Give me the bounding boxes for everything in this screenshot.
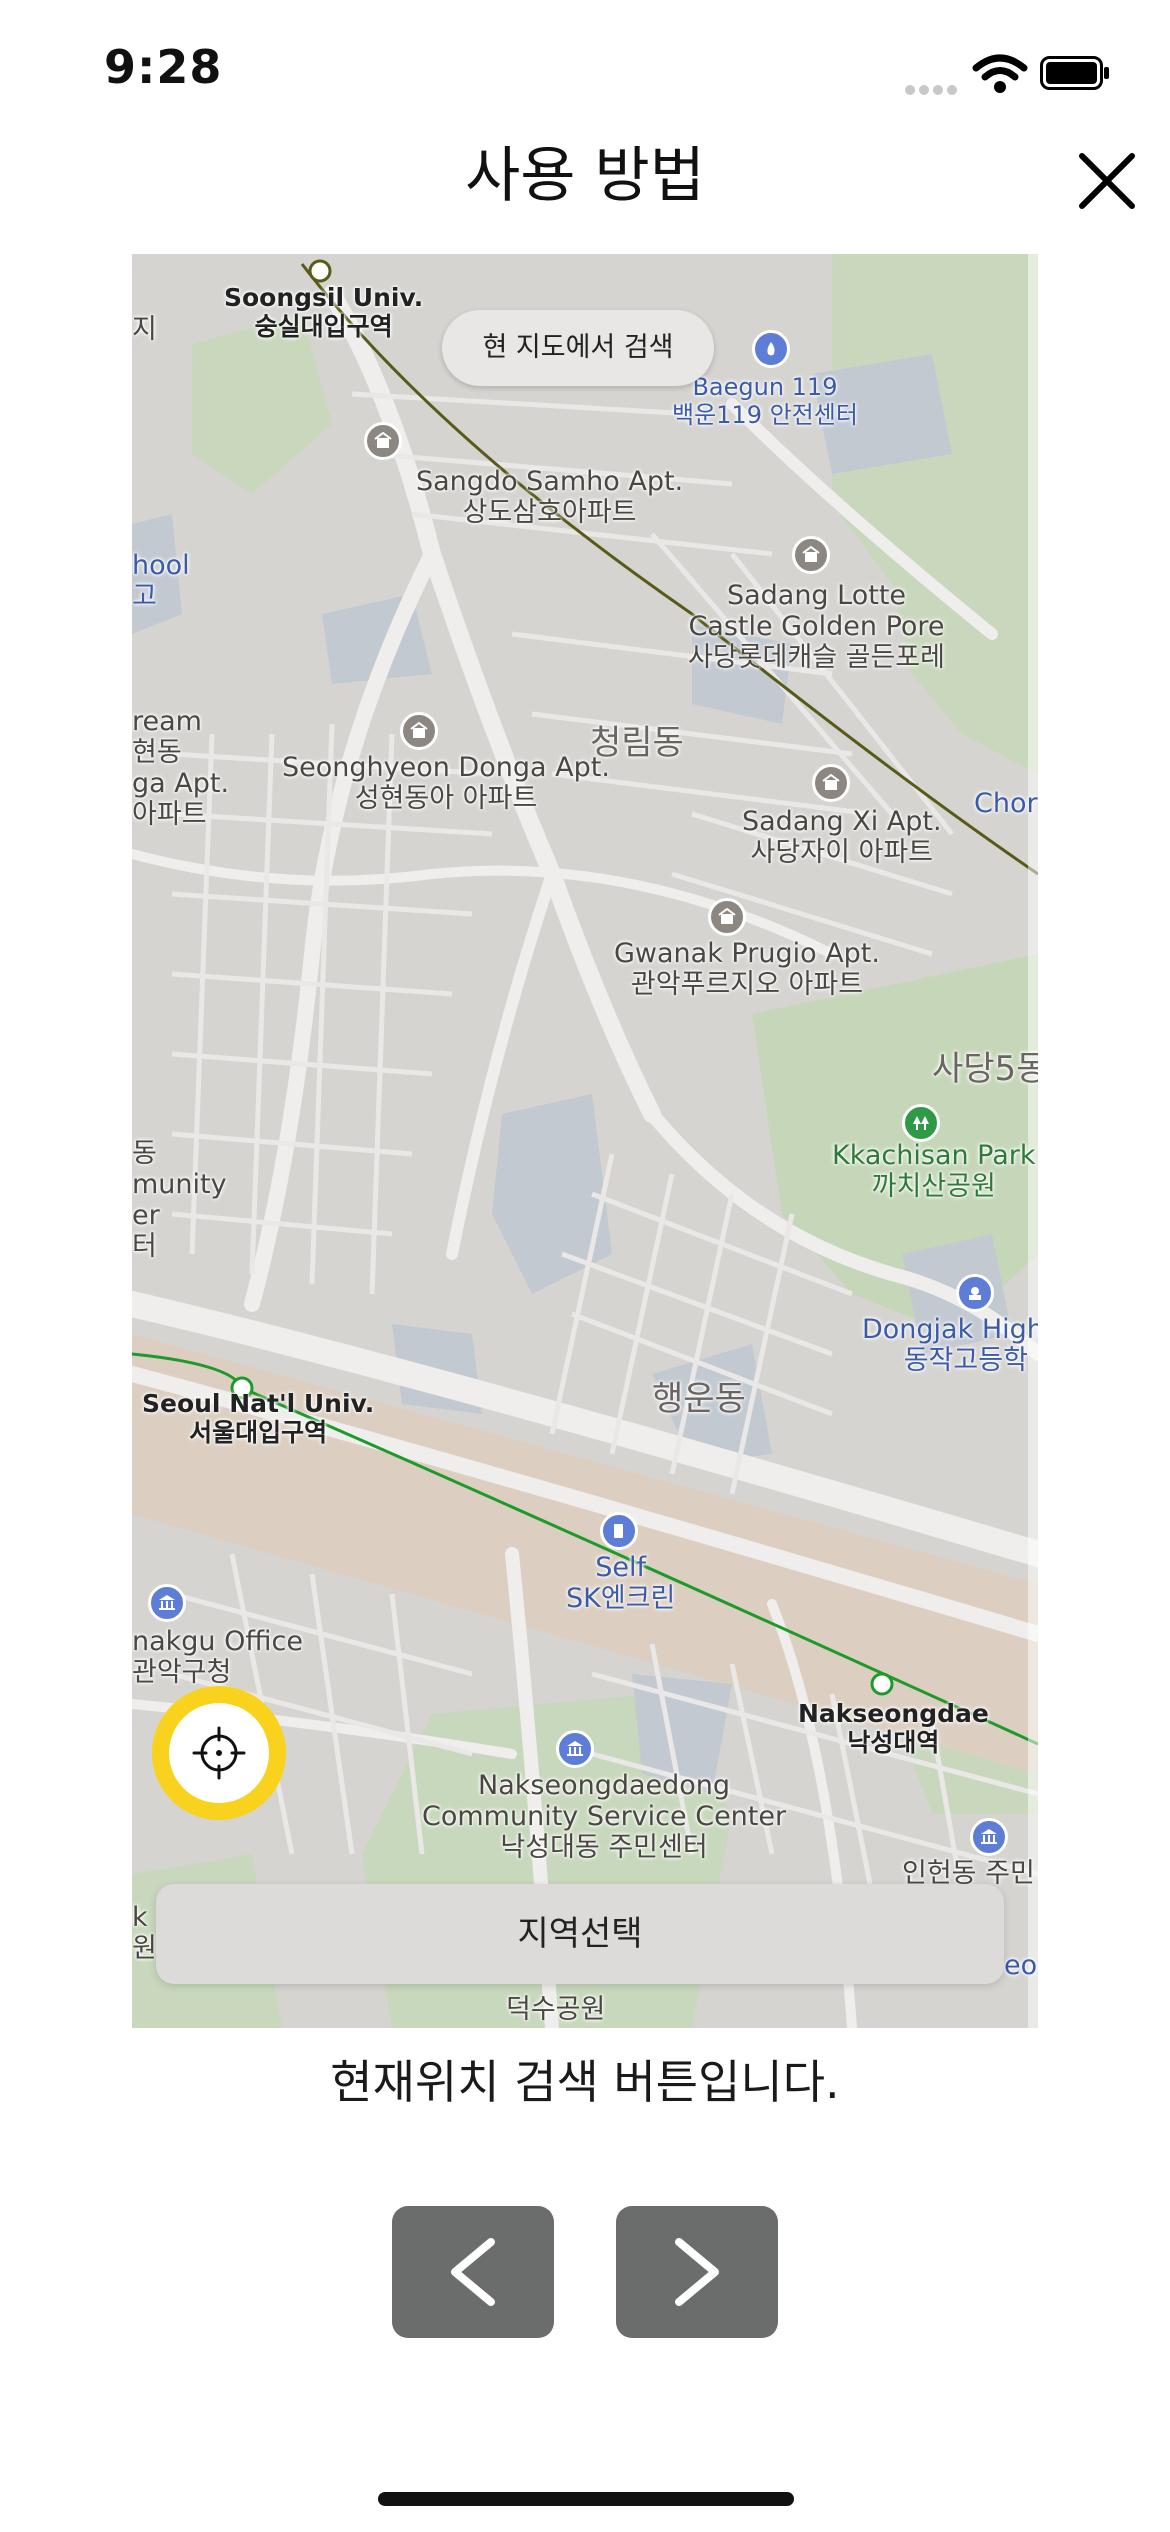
map-label-kkachisan-park: Kkachisan Park 까치산공원 — [832, 1140, 1036, 1203]
map-label-nakseongdae-dong-center: Nakseongdaedong Community Service Center… — [422, 1770, 787, 1864]
close-button[interactable] — [1068, 142, 1146, 220]
map-label-sadang-lotte-castle: Sadang Lotte Castle Golden Pore 사당롯데캐슬 골… — [688, 580, 945, 674]
region-select-button[interactable]: 지역선택 — [156, 1884, 1004, 1984]
map-label-gwanak-prugio: Gwanak Prugio Apt. 관악푸르지오 아파트 — [614, 938, 880, 1001]
apartment-marker-icon[interactable] — [364, 422, 402, 460]
status-bar: 9:28 — [0, 0, 1170, 140]
map-label-haengun-dong: 행운동 — [652, 1379, 746, 1419]
map-label-sangdo-samho: Sangdo Samho Apt. 상도삼호아파트 — [416, 466, 684, 529]
government-office-marker-icon[interactable] — [148, 1584, 186, 1622]
park-marker-icon[interactable] — [902, 1104, 940, 1142]
search-this-area-button[interactable]: 현 지도에서 검색 — [442, 310, 714, 386]
previous-button[interactable] — [392, 2206, 554, 2338]
chevron-left-icon — [451, 2238, 495, 2306]
map-label-partial-right: eo — [1004, 1950, 1038, 1981]
fire-station-marker-icon[interactable] — [752, 330, 790, 368]
map-label-sadang-xi: Sadang Xi Apt. 사당자이 아파트 — [742, 806, 942, 869]
page-title: 사용 방법 — [465, 141, 705, 211]
apartment-marker-icon[interactable] — [708, 898, 746, 936]
map-view[interactable]: Soongsil Univ. 숭실대입구역 Baegun 119 백운119 안… — [132, 254, 1038, 2028]
map-label-gwanak-gu-office: nakgu Office 관악구청 — [132, 1626, 303, 1689]
chevron-right-icon — [675, 2238, 719, 2306]
apartment-marker-icon[interactable] — [792, 536, 830, 574]
apartment-marker-icon[interactable] — [400, 712, 438, 750]
crosshair-icon — [192, 1726, 246, 1780]
apartment-marker-icon[interactable] — [812, 764, 850, 802]
close-icon — [1079, 153, 1135, 209]
cellular-signal-icon — [905, 80, 961, 95]
map-label-community-partial: 동 munity er 터 — [132, 1138, 227, 1263]
map-label-apartment-partial: ream 현동 ga Apt. 아파트 — [132, 706, 230, 831]
map-label-seoul-nat-univ-station: Seoul Nat'l Univ. 서울대입구역 — [142, 1389, 375, 1447]
current-location-button[interactable] — [152, 1686, 286, 1820]
map-label-seonghyeon-donga: Seonghyeon Donga Apt. 성현동아 아파트 — [282, 752, 610, 815]
map-label-deoksu-park: 덕수공원 — [506, 1994, 606, 2025]
map-label-baegun-119: Baegun 119 백운119 안전센터 — [672, 373, 858, 429]
map-label-sadang-5-dong: 사당5동 — [932, 1049, 1038, 1089]
community-center-marker-icon[interactable] — [970, 1818, 1008, 1856]
map-label-self-sk-enclean: Self SK엔크린 — [566, 1552, 676, 1615]
battery-icon — [1040, 56, 1110, 90]
home-indicator[interactable] — [378, 2492, 794, 2506]
map-label-dongjak-high: Dongjak High S 동작고등학 — [862, 1314, 1038, 1377]
map-label-partial-top-left: 지 — [132, 314, 157, 345]
map-label-nakseongdae-station: Nakseongdae 낙성대역 — [798, 1699, 989, 1757]
tutorial-caption: 현재위치 검색 버튼입니다. — [330, 2055, 840, 2109]
wifi-icon — [972, 54, 1028, 94]
school-marker-icon[interactable] — [956, 1274, 994, 1312]
map-label-soongsil-station: Soongsil Univ. 숭실대입구역 — [224, 283, 424, 341]
map-label-chor-partial: Chor — [974, 788, 1038, 819]
map-label-school-partial: hool 고 — [132, 550, 190, 613]
status-time: 9:28 — [104, 40, 223, 94]
community-center-marker-icon[interactable] — [556, 1730, 594, 1768]
next-button[interactable] — [616, 2206, 778, 2338]
gas-station-marker-icon[interactable] — [600, 1512, 638, 1550]
